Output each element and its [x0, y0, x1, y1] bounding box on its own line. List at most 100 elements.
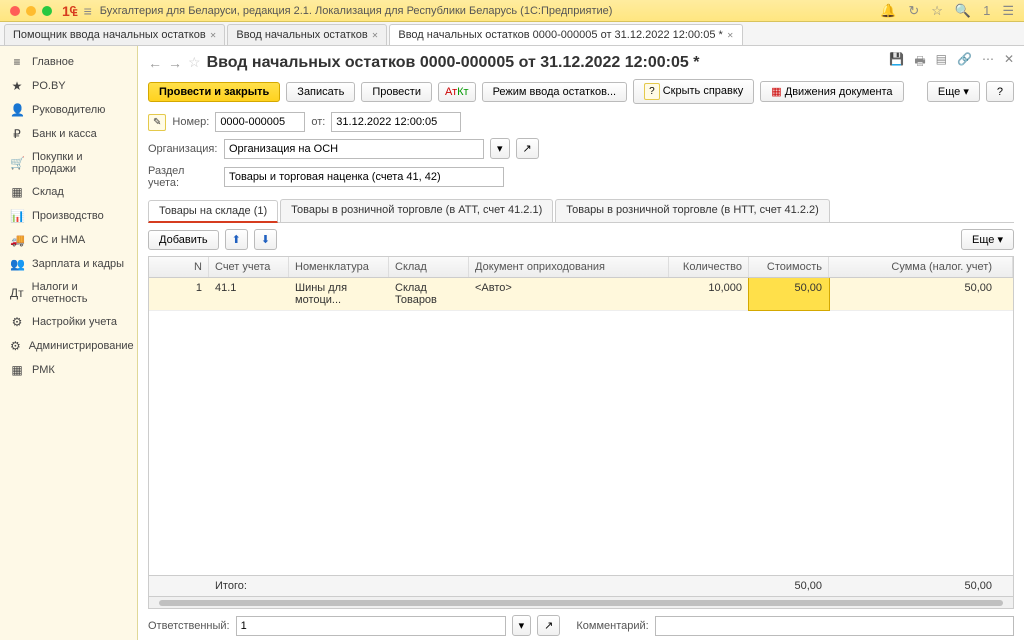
cell-cost[interactable]: 50,00 [749, 278, 829, 310]
nav-rmk[interactable]: ▦РМК [0, 358, 137, 382]
responsible-input[interactable] [236, 616, 506, 636]
home-icon: ≡ [10, 55, 24, 69]
zoom-icon[interactable] [42, 6, 52, 16]
section-input[interactable] [224, 167, 504, 187]
col-doc[interactable]: Документ оприходования [469, 257, 669, 277]
doc-status-icon: ✎ [148, 114, 166, 131]
nav-label: Банк и касса [32, 128, 97, 140]
doc-tab-2[interactable]: Ввод начальных остатков 0000-000005 от 3… [389, 24, 742, 45]
comment-input[interactable] [655, 616, 1014, 636]
dtct-button[interactable]: АтКт [438, 82, 476, 102]
org-dropdown[interactable]: ▾ [490, 138, 510, 159]
col-n[interactable]: N [149, 257, 209, 277]
tab-retail-ntt[interactable]: Товары в розничной торговле (в НТТ, счет… [555, 199, 830, 222]
move-up-button[interactable]: ⬆ [225, 229, 248, 250]
doc-tab-1[interactable]: Ввод начальных остатков✕ [227, 24, 387, 45]
page-title: Ввод начальных остатков 0000-000005 от 3… [207, 54, 700, 72]
close-icon[interactable]: ✕ [1004, 52, 1014, 73]
bell-icon[interactable]: 🔔 [880, 3, 896, 19]
doc-tab-0[interactable]: Помощник ввода начальных остатков✕ [4, 24, 225, 45]
logo-1c: 1₠ [62, 3, 78, 19]
nav-admin[interactable]: ⚙Администрирование [0, 334, 137, 358]
cell-n[interactable]: 1 [149, 278, 209, 310]
close-icon[interactable] [10, 6, 20, 16]
responsible-dropdown[interactable]: ▾ [512, 615, 532, 636]
history-icon[interactable]: ↻ [908, 3, 919, 19]
title-toolbar: 🔔 ↻ ☆ 🔍 1 ☰ [880, 3, 1014, 19]
menu-icon[interactable]: ☰ [1002, 3, 1014, 19]
col-sum[interactable]: Сумма (налог. учет) [829, 257, 1013, 277]
movements-button[interactable]: ▦ Движения документа [760, 81, 903, 102]
cell-sum[interactable]: 50,00 [829, 278, 1013, 310]
nav-taxes[interactable]: ДтНалоги и отчетность [0, 276, 137, 310]
nav-warehouse[interactable]: ▦ Склад [0, 180, 137, 204]
app-title: Бухгалтерия для Беларуси, редакция 2.1. … [100, 5, 613, 17]
search-icon[interactable]: 🔍 [955, 3, 971, 19]
more-button[interactable]: Еще ▾ [927, 81, 980, 102]
nav-settings[interactable]: ⚙Настройки учета [0, 310, 137, 334]
horizontal-scrollbar[interactable] [149, 596, 1013, 608]
nav-label: Настройки учета [32, 316, 117, 328]
close-icon[interactable]: ✕ [372, 31, 379, 40]
warehouse-icon: ▦ [10, 185, 24, 199]
cell-nomenclature[interactable]: Шины для мотоци... [289, 278, 389, 310]
sidebar: ≡Главное ★PO.BY 👤Руководителю ₽Банк и ка… [0, 46, 138, 640]
chart-icon: 📊 [10, 209, 24, 223]
mode-button[interactable]: Режим ввода остатков... [482, 82, 628, 102]
back-button[interactable]: ← [148, 55, 162, 71]
forward-button[interactable]: → [168, 55, 182, 71]
nav-main[interactable]: ≡Главное [0, 50, 137, 74]
nav-poby[interactable]: ★PO.BY [0, 74, 137, 98]
favorite-icon[interactable]: ☆ [188, 54, 201, 71]
col-warehouse[interactable]: Склад [389, 257, 469, 277]
move-down-button[interactable]: ⬇ [254, 229, 277, 250]
page-icon[interactable]: ▤ [936, 52, 947, 73]
total-cost: 50,00 [749, 576, 829, 596]
org-input[interactable] [224, 139, 484, 159]
cell-warehouse[interactable]: Склад Товаров [389, 278, 469, 310]
nav-salary[interactable]: 👥Зарплата и кадры [0, 252, 137, 276]
org-open[interactable]: ↗ [516, 138, 539, 159]
post-close-button[interactable]: Провести и закрыть [148, 82, 280, 102]
cell-qty[interactable]: 10,000 [669, 278, 749, 310]
col-qty[interactable]: Количество [669, 257, 749, 277]
hide-help-button[interactable]: ? Скрыть справку [633, 79, 754, 104]
nav-label: Налоги и отчетность [32, 281, 127, 305]
save-button[interactable]: Записать [286, 82, 355, 102]
cell-account[interactable]: 41.1 [209, 278, 289, 310]
number-input[interactable] [215, 112, 305, 132]
col-cost[interactable]: Стоимость [749, 257, 829, 277]
minimize-icon[interactable] [26, 6, 36, 16]
nav-manager[interactable]: 👤Руководителю [0, 98, 137, 122]
close-icon[interactable]: ✕ [210, 31, 217, 40]
nav-bank[interactable]: ₽Банк и касса [0, 122, 137, 146]
nav-assets[interactable]: 🚚ОС и НМА [0, 228, 137, 252]
people-icon: 👥 [10, 257, 24, 271]
grid-icon: ▦ [10, 363, 24, 377]
window-controls[interactable] [10, 6, 52, 16]
star-icon[interactable]: ☆ [931, 3, 943, 19]
date-input[interactable] [331, 112, 461, 132]
print-icon[interactable]: 🖶 [914, 52, 925, 73]
post-button[interactable]: Провести [361, 82, 432, 102]
nav-sales[interactable]: 🛒Покупки и продажи [0, 146, 137, 180]
nav-label: Покупки и продажи [32, 151, 127, 175]
more-icon[interactable]: ⋯ [982, 52, 994, 73]
save-icon[interactable]: 💾 [889, 52, 904, 73]
help-button[interactable]: ? [986, 81, 1014, 102]
titlebar: 1₠ ≡ Бухгалтерия для Беларуси, редакция … [0, 0, 1024, 22]
tab-retail-att[interactable]: Товары в розничной торговле (в АТТ, счет… [280, 199, 553, 222]
add-button[interactable]: Добавить [148, 230, 219, 250]
link-icon[interactable]: 🔗 [957, 52, 972, 73]
person-icon: 👤 [10, 103, 24, 117]
col-account[interactable]: Счет учета [209, 257, 289, 277]
table-row[interactable]: 1 41.1 Шины для мотоци... Склад Товаров … [149, 278, 1013, 311]
nav-label: Склад [32, 186, 64, 198]
nav-production[interactable]: 📊Производство [0, 204, 137, 228]
col-nomenclature[interactable]: Номенклатура [289, 257, 389, 277]
table-more-button[interactable]: Еще ▾ [961, 229, 1014, 250]
responsible-open[interactable]: ↗ [537, 615, 560, 636]
cell-doc[interactable]: <Авто> [469, 278, 669, 310]
close-icon[interactable]: ✕ [727, 31, 734, 40]
tab-stock[interactable]: Товары на складе (1) [148, 200, 278, 223]
